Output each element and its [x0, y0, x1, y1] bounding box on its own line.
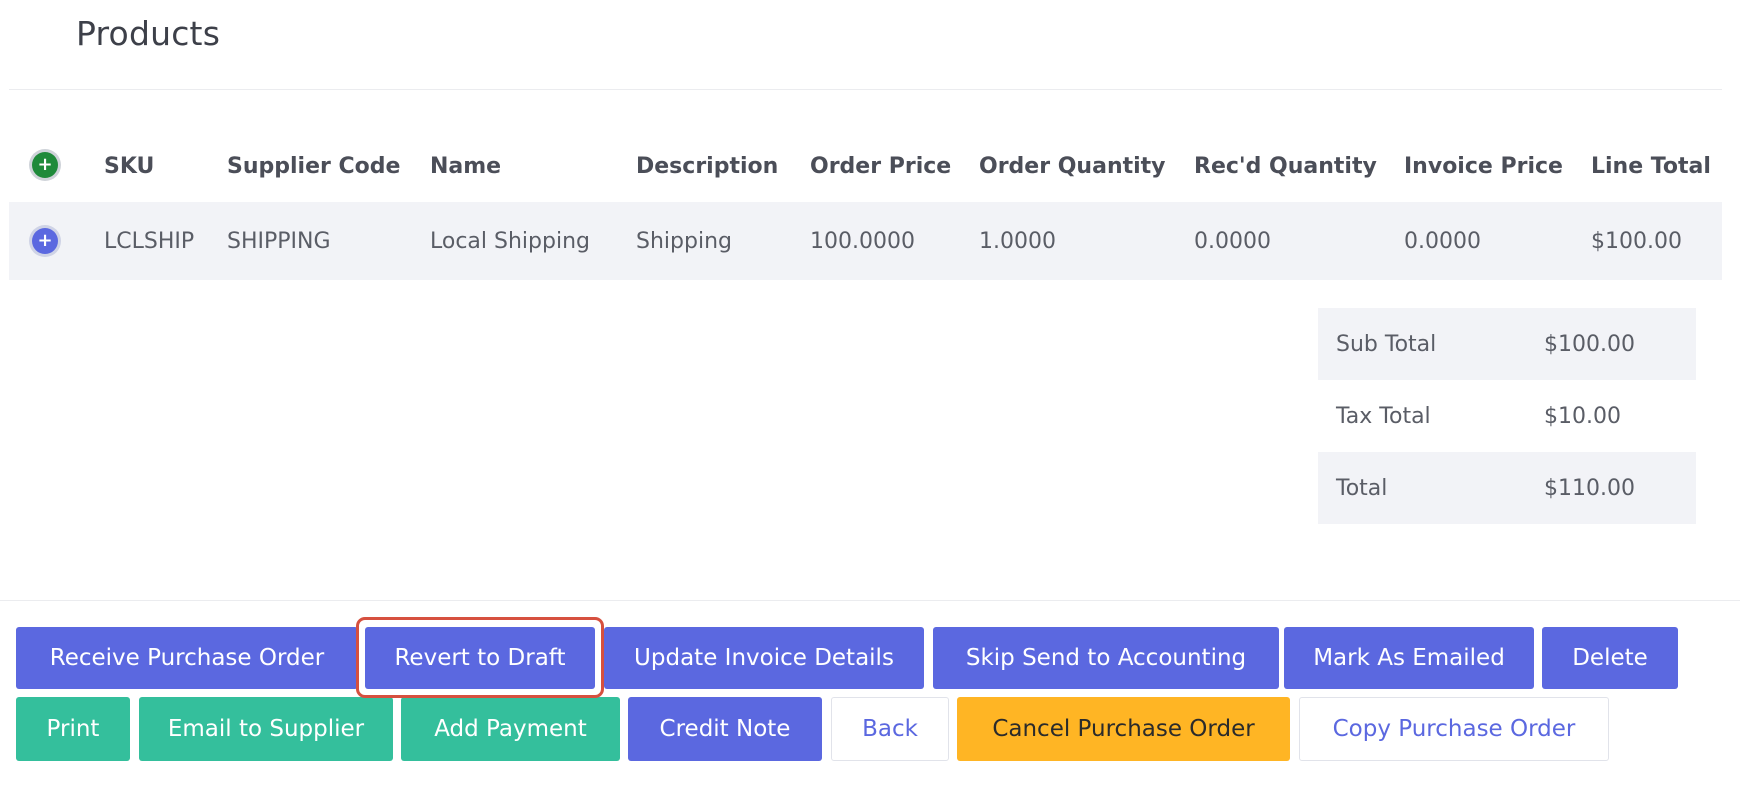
- sub-total-row: Sub Total $100.00: [1318, 308, 1696, 380]
- title-divider: [9, 89, 1722, 90]
- sub-total-label: Sub Total: [1336, 331, 1437, 357]
- cell-order-quantity: 1.0000: [979, 228, 1056, 254]
- column-sku: SKU: [104, 153, 155, 179]
- grand-total-row: Total $110.00: [1318, 452, 1696, 524]
- cell-name: Local Shipping: [430, 228, 590, 254]
- total-label: Total: [1336, 475, 1388, 501]
- column-order-quantity: Order Quantity: [979, 153, 1166, 179]
- cell-description: Shipping: [636, 228, 732, 254]
- column-order-price: Order Price: [810, 153, 952, 179]
- copy-purchase-order-button[interactable]: Copy Purchase Order: [1299, 697, 1609, 761]
- cell-line-total: $100.00: [1591, 228, 1682, 254]
- cell-sku: LCLSHIP: [104, 228, 195, 254]
- table-header: + SKU Supplier Code Name Description Ord…: [9, 130, 1722, 202]
- revert-to-draft-button[interactable]: Revert to Draft: [365, 627, 595, 689]
- add-payment-button[interactable]: Add Payment: [401, 697, 620, 761]
- cell-invoice-price: 0.0000: [1404, 228, 1481, 254]
- back-button[interactable]: Back: [831, 697, 949, 761]
- total-value: $110.00: [1544, 475, 1635, 501]
- column-recd-quantity: Rec'd Quantity: [1194, 153, 1377, 179]
- cancel-purchase-order-button[interactable]: Cancel Purchase Order: [957, 697, 1290, 761]
- table-row: + LCLSHIP SHIPPING Local Shipping Shippi…: [9, 202, 1722, 280]
- actions-divider: [0, 600, 1740, 601]
- skip-send-to-accounting-button[interactable]: Skip Send to Accounting: [933, 627, 1279, 689]
- column-supplier-code: Supplier Code: [227, 153, 401, 179]
- delete-button[interactable]: Delete: [1542, 627, 1678, 689]
- tax-total-row: Tax Total $10.00: [1318, 380, 1696, 452]
- cell-recd-quantity: 0.0000: [1194, 228, 1271, 254]
- column-line-total: Line Total: [1591, 153, 1711, 179]
- expand-row-icon[interactable]: +: [32, 228, 58, 254]
- column-invoice-price: Invoice Price: [1404, 153, 1563, 179]
- cell-order-price: 100.0000: [810, 228, 915, 254]
- totals-summary: Sub Total $100.00 Tax Total $10.00 Total…: [1318, 308, 1696, 524]
- mark-as-emailed-button[interactable]: Mark As Emailed: [1284, 627, 1534, 689]
- column-description: Description: [636, 153, 779, 179]
- print-button[interactable]: Print: [16, 697, 130, 761]
- update-invoice-details-button[interactable]: Update Invoice Details: [604, 627, 924, 689]
- cell-supplier-code: SHIPPING: [227, 228, 331, 254]
- sub-total-value: $100.00: [1544, 331, 1635, 357]
- email-to-supplier-button[interactable]: Email to Supplier: [139, 697, 393, 761]
- column-name: Name: [430, 153, 502, 179]
- receive-purchase-order-button[interactable]: Receive Purchase Order: [16, 627, 358, 689]
- add-line-icon[interactable]: +: [32, 152, 58, 178]
- credit-note-button[interactable]: Credit Note: [628, 697, 822, 761]
- tax-total-value: $10.00: [1544, 403, 1621, 429]
- page-title: Products: [76, 14, 221, 53]
- tax-total-label: Tax Total: [1336, 403, 1431, 429]
